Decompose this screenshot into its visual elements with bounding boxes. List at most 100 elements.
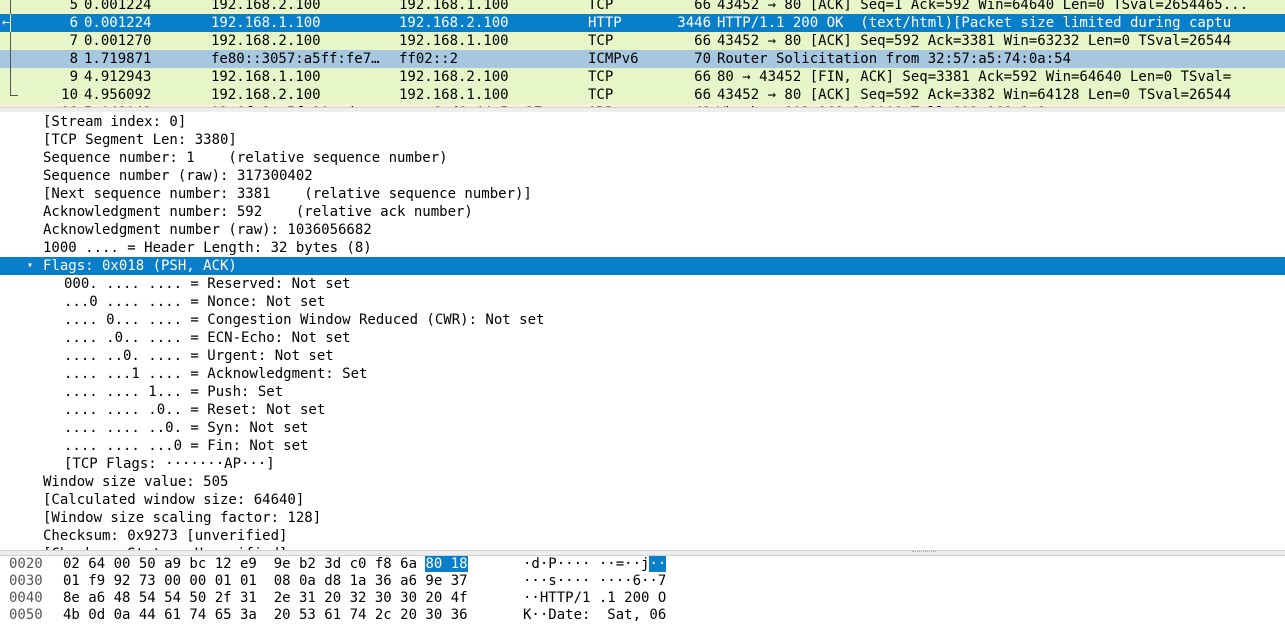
- hex-bytes[interactable]: 01 f9 92 73 00 00 01 01 08 0a d8 1a 36 a…: [63, 573, 468, 590]
- packet-list-pane[interactable]: 5 0.001224 192.168.2.100 192.168.1.100 TCP 66…: [0, 0, 1285, 108]
- bytes-row[interactable]: 0040 8e a6 48 54 54 50 2f 31 2e 31 20 32 …: [0, 590, 1285, 607]
- packet-row[interactable]: 5 0.001224 192.168.2.100 192.168.1.100 TCP 66…: [0, 0, 1285, 14]
- packet-proto-cell: TCP: [588, 69, 614, 85]
- detail-text: .... .... ..0. = Syn: Not set: [64, 420, 309, 436]
- packet-proto-cell: HTTP: [588, 15, 622, 31]
- packet-details-pane[interactable]: [Stream index: 0] [TCP Segment Len: 3380]…: [0, 112, 1285, 550]
- packet-proto-cell: TCP: [588, 87, 614, 103]
- ascii-bytes-text: ···s···· ····6··7: [523, 573, 667, 589]
- detail-tree-item[interactable]: .... ...1 .... = Acknowledgment: Set: [0, 365, 1285, 383]
- packet-len-cell: 66: [694, 33, 711, 49]
- hex-bytes-text: 02 64 00 50 a9 bc 12 e9 9e b2 3d c0 f8 6…: [63, 556, 426, 572]
- packet-src-cell: 192.168.2.100: [211, 87, 321, 103]
- detail-tree-item[interactable]: Checksum: 0x9273 [unverified]: [0, 527, 1285, 545]
- related-packet-marker: [0, 32, 38, 50]
- packet-proto-cell: ICMPv6: [588, 51, 639, 67]
- detail-tree-item[interactable]: .... .... 1... = Push: Set: [0, 383, 1285, 401]
- byte-offset: 0040: [9, 590, 43, 606]
- detail-tree-item[interactable]: [Next sequence number: 3381 (relative se…: [0, 185, 1285, 203]
- packet-dst-cell: 192.168.2.100: [399, 69, 509, 85]
- packet-info-cell: HTTP/1.1 200 OK (text/html)[Packet size …: [717, 15, 1232, 31]
- packet-info-cell: 43452 → 80 [ACK] Seq=1 Ack=592 Win=64640…: [717, 0, 1249, 13]
- hex-bytes-text: 4b 0d 0a 44 61 74 65 3a 20 53 61 74 2c 2…: [63, 607, 468, 623]
- ascii-bytes[interactable]: ·d·P···· ··=··j··: [523, 556, 667, 573]
- detail-tree-item[interactable]: .... .0.. .... = ECN-Echo: Not set: [0, 329, 1285, 347]
- ascii-bytes[interactable]: ··HTTP/1 .1 200 O: [523, 590, 666, 607]
- detail-tree-item[interactable]: 000. .... .... = Reserved: Not set: [0, 275, 1285, 293]
- detail-tree-item[interactable]: [Stream index: 0]: [0, 113, 1285, 131]
- detail-tree-item[interactable]: .... .... ..0. = Syn: Not set: [0, 419, 1285, 437]
- packet-len-cell: 3446: [677, 15, 711, 31]
- packet-no-cell: 5: [69, 0, 78, 13]
- packet-src-cell: 192.168.1.100: [211, 69, 321, 85]
- detail-tree-item[interactable]: [Calculated window size: 64640]: [0, 491, 1285, 509]
- bytes-row[interactable]: 0030 01 f9 92 73 00 00 01 01 08 0a d8 1a …: [0, 573, 1285, 590]
- related-packet-marker: ←: [0, 14, 38, 32]
- detail-text: Flags: 0x018 (PSH, ACK): [43, 258, 237, 274]
- related-packet-line: [10, 32, 11, 50]
- detail-tree-item[interactable]: Sequence number: 1 (relative sequence nu…: [0, 149, 1285, 167]
- detail-tree-item[interactable]: .... ..0. .... = Urgent: Not set: [0, 347, 1285, 365]
- bytes-row[interactable]: 0050 4b 0d 0a 44 61 74 65 3a 20 53 61 74 …: [0, 607, 1285, 624]
- related-packet-marker: [0, 68, 38, 86]
- detail-text: .... 0... .... = Congestion Window Reduc…: [64, 312, 545, 328]
- detail-tree-item[interactable]: Acknowledgment number: 592 (relative ack…: [0, 203, 1285, 221]
- packet-no-cell: 7: [69, 33, 78, 49]
- packet-info-cell: 43452 → 80 [ACK] Seq=592 Ack=3382 Win=64…: [717, 87, 1232, 103]
- bytes-row[interactable]: 0020 02 64 00 50 a9 bc 12 e9 9e b2 3d c0 …: [0, 556, 1285, 573]
- hex-bytes[interactable]: 4b 0d 0a 44 61 74 65 3a 20 53 61 74 2c 2…: [63, 607, 468, 624]
- packet-row[interactable]: 8 1.719871 fe80::3057:a5ff:fe7… ff02::2 ICMP…: [0, 50, 1285, 68]
- detail-tree-item[interactable]: Acknowledgment number (raw): 1036056682: [0, 221, 1285, 239]
- packet-info-cell: Router Solicitation from 32:57:a5:74:0a:…: [717, 51, 1072, 67]
- detail-text: Sequence number (raw): 317300402: [43, 168, 313, 184]
- ascii-bytes[interactable]: ···s···· ····6··7: [523, 573, 666, 590]
- packet-dst-cell: 192.168.1.100: [399, 87, 509, 103]
- packet-src-cell: 192.168.1.100: [211, 15, 321, 31]
- detail-tree-item[interactable]: ...0 .... .... = Nonce: Not set: [0, 293, 1285, 311]
- tcp-flags-tree-item[interactable]: ▾ Flags: 0x018 (PSH, ACK): [0, 257, 1285, 275]
- related-packet-marker: [0, 86, 38, 104]
- detail-text: Acknowledgment number: 592 (relative ack…: [43, 204, 473, 220]
- packet-proto-cell: TCP: [588, 33, 614, 49]
- hex-bytes[interactable]: 8e a6 48 54 54 50 2f 31 2e 31 20 32 30 3…: [63, 590, 468, 607]
- detail-tree-item[interactable]: .... 0... .... = Congestion Window Reduc…: [0, 311, 1285, 329]
- byte-offset: 0020: [9, 556, 43, 572]
- detail-text: .... .... ...0 = Fin: Not set: [64, 438, 309, 454]
- ascii-bytes[interactable]: K··Date: Sat, 06: [523, 607, 666, 624]
- detail-tree-item[interactable]: 1000 .... = Header Length: 32 bytes (8): [0, 239, 1285, 257]
- detail-tree-item[interactable]: Window size value: 505: [0, 473, 1285, 491]
- detail-text: [TCP Flags: ·······AP···]: [64, 456, 275, 472]
- packet-dst-cell: ff02::2: [399, 51, 459, 67]
- detail-tree-item[interactable]: .... .... .0.. = Reset: Not set: [0, 401, 1285, 419]
- detail-tree-item[interactable]: Sequence number (raw): 317300402: [0, 167, 1285, 185]
- detail-text: .... ...1 .... = Acknowledgment: Set: [64, 366, 368, 382]
- packet-time-cell: 1.719871: [84, 51, 152, 67]
- packet-len-cell: 66: [694, 69, 711, 85]
- packet-time-cell: 4.956092: [84, 87, 152, 103]
- detail-tree-item[interactable]: [TCP Segment Len: 3380]: [0, 131, 1285, 149]
- related-packet-line: [10, 86, 11, 95]
- detail-tree-item[interactable]: .... .... ...0 = Fin: Not set: [0, 437, 1285, 455]
- packet-row[interactable]: 9 4.912943 192.168.1.100 192.168.2.100 TCP 66…: [0, 68, 1285, 86]
- expand-arrow-icon[interactable]: ▾: [24, 257, 36, 275]
- splitter-grip[interactable]: [912, 551, 936, 554]
- detail-text: .... ..0. .... = Urgent: Not set: [64, 348, 334, 364]
- hex-bytes[interactable]: 02 64 00 50 a9 bc 12 e9 9e b2 3d c0 f8 6…: [63, 556, 468, 573]
- related-packet-line: [10, 0, 11, 14]
- detail-text: [Stream index: 0]: [43, 114, 187, 130]
- packet-no-cell: 8: [69, 51, 78, 67]
- detail-text: [Window size scaling factor: 128]: [43, 510, 322, 526]
- detail-text: Acknowledgment number (raw): 1036056682: [43, 222, 372, 238]
- detail-tree-item[interactable]: [Window size scaling factor: 128]: [0, 509, 1285, 527]
- packet-time-cell: 0.001224: [84, 0, 152, 13]
- related-packet-marker: [0, 50, 38, 68]
- packet-bytes-pane[interactable]: 0020 02 64 00 50 a9 bc 12 e9 9e b2 3d c0 …: [0, 556, 1285, 629]
- packet-no-cell: 6: [69, 15, 78, 31]
- detail-text: Sequence number: 1 (relative sequence nu…: [43, 150, 448, 166]
- packet-row[interactable]: 10 4.956092 192.168.2.100 192.168.1.100 TCP 6…: [0, 86, 1285, 104]
- detail-tree-item[interactable]: [TCP Flags: ·······AP···]: [0, 455, 1285, 473]
- hex-bytes-highlight: 80 18: [425, 556, 468, 572]
- packet-dst-cell: 192.168.2.100: [399, 15, 509, 31]
- packet-row[interactable]: 7 0.001270 192.168.2.100 192.168.1.100 TCP 66…: [0, 32, 1285, 50]
- packet-row[interactable]: 6 0.001224 192.168.1.100 192.168.2.100 HTTP 3…: [0, 14, 1285, 32]
